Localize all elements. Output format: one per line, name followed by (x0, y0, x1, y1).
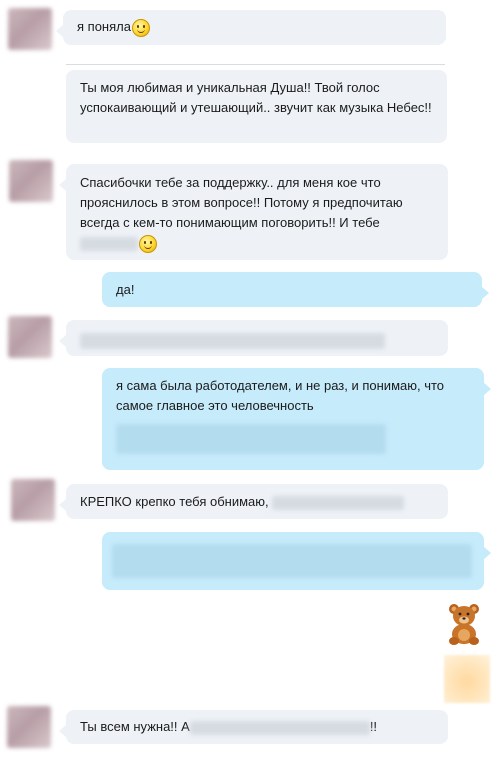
avatar[interactable] (9, 160, 53, 202)
image-thumbnail[interactable] (444, 655, 490, 703)
message-bubble-incoming: КРЕПКО крепко тебя обнимаю, (59, 484, 448, 519)
message-bubble-incoming (59, 320, 448, 356)
redacted-text (189, 720, 370, 735)
message-bubble-incoming: Ты моя любимая и уникальная Душа!! Твой … (66, 70, 447, 143)
message-bubble-incoming: Ты всем нужна!! А!! (59, 710, 448, 744)
teddy-bear-sticker-icon (449, 604, 479, 645)
avatar[interactable] (11, 479, 55, 521)
message-text: !! (369, 719, 378, 734)
redacted-text (116, 424, 386, 454)
redacted-text (80, 236, 138, 251)
message-text: да! (116, 282, 135, 297)
smiley-emoji-icon (131, 18, 150, 37)
avatar[interactable] (7, 706, 51, 748)
message-bubble-incoming: я поняла (56, 10, 446, 45)
message-text-line: всегда с кем-то понимающим поговорить!! … (80, 215, 380, 230)
message-text: Ты моя любимая и уникальная Душа!! Твой … (80, 80, 432, 115)
message-text: я сама была работодателем, и не раз, и п… (116, 378, 445, 413)
message-divider (66, 64, 445, 65)
avatar[interactable] (8, 8, 52, 50)
message-bubble-incoming: Спасибочки тебе за поддержку.. для меня … (59, 164, 448, 260)
redacted-text (272, 495, 405, 510)
message-bubble-outgoing: я сама была работодателем, и не раз, и п… (102, 368, 491, 470)
message-text: Ты всем нужна!! А (80, 719, 190, 734)
avatar[interactable] (8, 316, 52, 358)
message-text-line: Спасибочки тебе за поддержку.. для меня … (80, 175, 381, 190)
message-text-line: прояснилось в этом вопросе!! Потому я пр… (80, 195, 403, 210)
redacted-text (80, 332, 385, 349)
smiley-emoji-icon (139, 234, 157, 253)
message-text: КРЕПКО крепко тебя обнимаю, (80, 494, 269, 509)
redacted-text (112, 544, 472, 578)
message-bubble-outgoing (102, 532, 491, 590)
message-bubble-outgoing: да! (102, 272, 489, 307)
message-text: я поняла (77, 19, 131, 34)
